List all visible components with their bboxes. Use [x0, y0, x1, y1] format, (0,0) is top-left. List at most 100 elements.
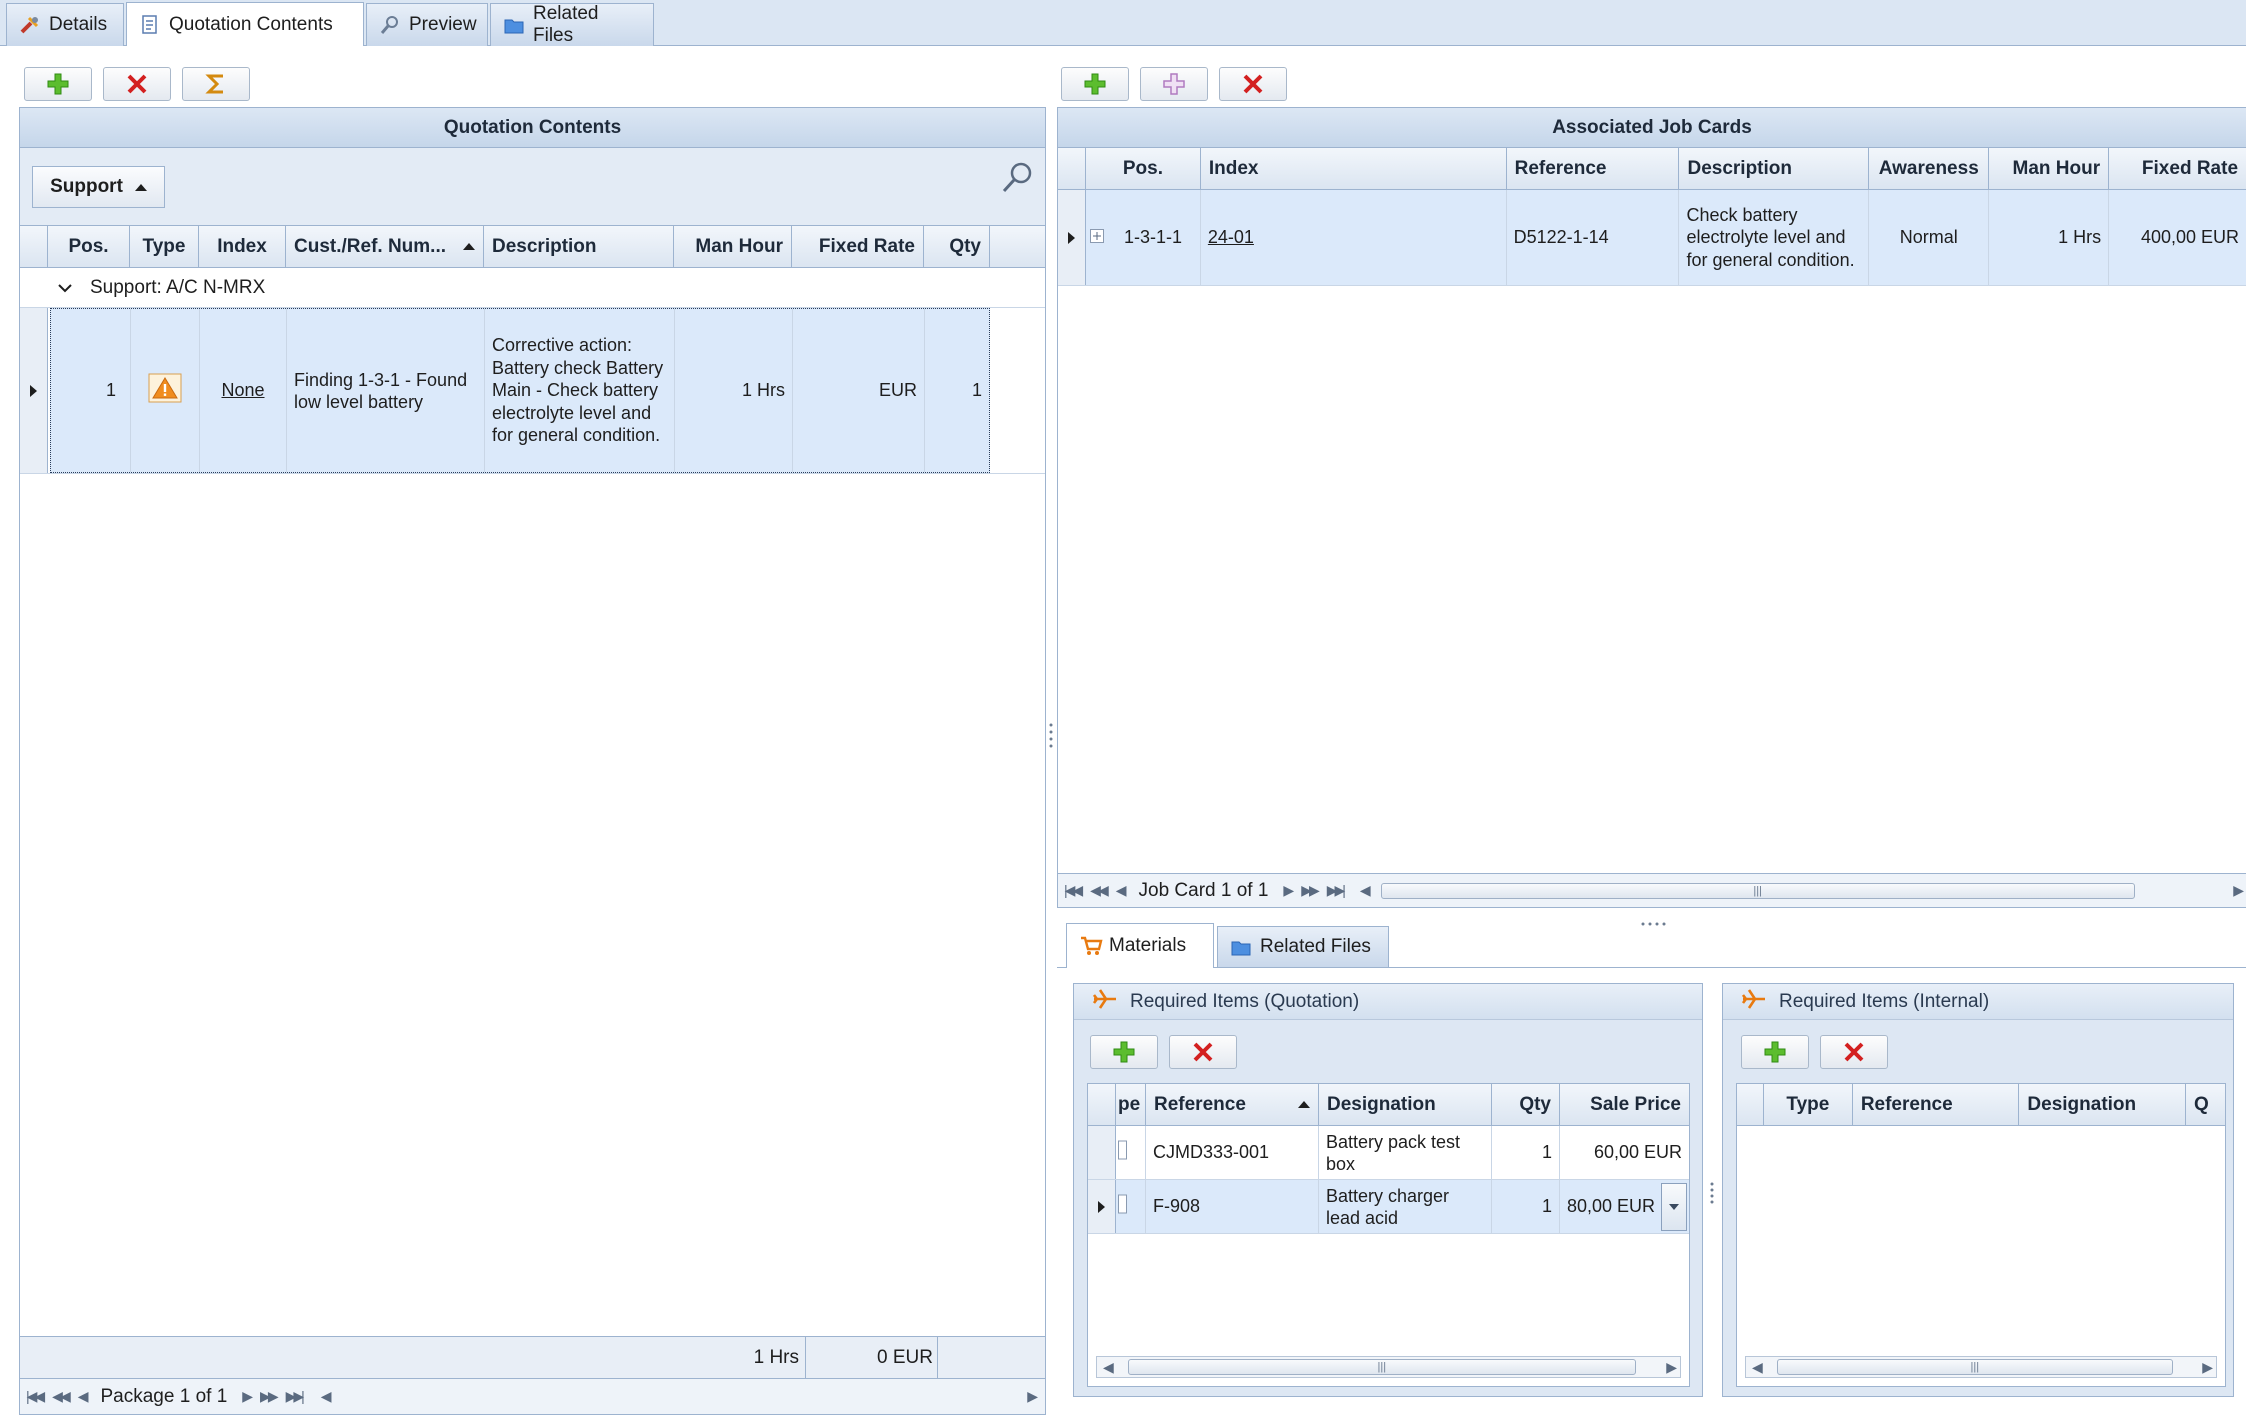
add-internal-item-button[interactable]	[1741, 1035, 1809, 1069]
col-man-hour[interactable]: Man Hour	[674, 226, 792, 267]
col-type[interactable]: Type	[130, 226, 199, 267]
search-icon[interactable]	[999, 160, 1035, 196]
scroll-left-icon[interactable]: ◀	[1103, 1359, 1114, 1376]
materials-splitter[interactable]	[1709, 1180, 1715, 1206]
cell-index[interactable]: 24-01	[1201, 190, 1507, 285]
scroll-right-icon[interactable]: ▶	[2233, 882, 2244, 899]
cell-awareness: Normal	[1869, 190, 1990, 285]
sub-tab-baseline	[1057, 967, 2246, 968]
col-cust-ref-label: Cust./Ref. Num...	[294, 235, 447, 257]
col-cust-ref[interactable]: Cust./Ref. Num...	[286, 226, 484, 267]
required-quotation-header: Required Items (Quotation)	[1074, 984, 1702, 1020]
expand-icon[interactable]	[1089, 227, 1104, 248]
tab-details[interactable]: Details	[6, 3, 124, 46]
job-card-row[interactable]: 1-3-1-1 24-01 D5122-1-14 Check battery e…	[1058, 190, 2246, 286]
tab-quotation-contents[interactable]: Quotation Contents	[126, 2, 364, 46]
scroll-left-icon[interactable]: ◀	[1752, 1359, 1763, 1376]
tab-preview[interactable]: Preview	[366, 3, 488, 46]
scroll-left-icon[interactable]: ◀	[321, 1388, 332, 1405]
scroll-right-icon[interactable]: ▶	[1666, 1359, 1677, 1376]
tab-materials[interactable]: Materials	[1066, 923, 1214, 968]
col-reference[interactable]: Reference	[1853, 1084, 2020, 1125]
next-page-icon[interactable]: ▶	[242, 1388, 253, 1405]
first-page-icon[interactable]: |◀◀	[1064, 882, 1083, 899]
quotation-contents-title: Quotation Contents	[20, 108, 1045, 148]
scrollbar-thumb[interactable]: |||	[1127, 1359, 1636, 1375]
col-designation[interactable]: Designation	[2019, 1084, 2186, 1125]
col-index[interactable]: Index	[1201, 148, 1507, 189]
col-description[interactable]: Description	[1679, 148, 1870, 189]
delete-required-item-button[interactable]	[1169, 1035, 1237, 1069]
prev-page-icon[interactable]: ◀	[1116, 882, 1127, 899]
col-designation[interactable]: Designation	[1319, 1084, 1492, 1125]
chevron-down-icon[interactable]	[58, 277, 72, 299]
col-qty[interactable]: Q	[2186, 1084, 2225, 1125]
cell-sale-price[interactable]: 80,00 EUR	[1560, 1180, 1689, 1233]
delete-icon	[1844, 1042, 1864, 1062]
table-row[interactable]: F-908 Battery charger lead acid 1 80,00 …	[1088, 1180, 1689, 1234]
add-button[interactable]	[24, 67, 92, 101]
add-linked-job-card-button[interactable]	[1140, 67, 1208, 101]
col-description[interactable]: Description	[484, 226, 674, 267]
prev-page-group-icon[interactable]: ◀◀	[52, 1388, 70, 1405]
plus-icon	[1113, 1041, 1135, 1063]
index-link[interactable]: None	[221, 380, 264, 401]
next-page-group-icon[interactable]: ▶▶	[260, 1388, 278, 1405]
col-reference[interactable]: Reference	[1507, 148, 1680, 189]
tab-related-files[interactable]: Related Files	[490, 3, 654, 46]
group-row[interactable]: Support: A/C N-MRX	[20, 268, 1045, 308]
scroll-left-icon[interactable]: ◀	[1360, 882, 1371, 899]
cell-man-hour: 1 Hrs	[675, 309, 793, 472]
col-fixed-rate[interactable]: Fixed Rate	[2109, 148, 2246, 189]
col-type[interactable]: Type	[1764, 1084, 1853, 1125]
table-row[interactable]: CJMD333-001 Battery pack test box 1 60,0…	[1088, 1126, 1689, 1180]
cell-index[interactable]: None	[200, 309, 287, 472]
delete-internal-item-button[interactable]	[1820, 1035, 1888, 1069]
add-job-card-button[interactable]	[1061, 67, 1129, 101]
col-index[interactable]: Index	[199, 226, 286, 267]
tab-related-files-sub[interactable]: Related Files	[1217, 926, 1389, 967]
delete-button[interactable]	[103, 67, 171, 101]
current-row-icon	[30, 384, 37, 397]
col-qty[interactable]: Qty	[924, 226, 990, 267]
col-awareness[interactable]: Awareness	[1869, 148, 1990, 189]
col-type[interactable]: pe	[1116, 1084, 1146, 1125]
prev-page-icon[interactable]: ◀	[78, 1388, 89, 1405]
group-panel: Support	[20, 148, 1045, 226]
last-page-icon[interactable]: ▶▶|	[286, 1388, 305, 1405]
job-index-link[interactable]: 24-01	[1208, 227, 1254, 248]
col-sale-price[interactable]: Sale Price	[1560, 1084, 1689, 1125]
dropdown-button[interactable]	[1661, 1182, 1687, 1231]
cell-designation: Battery pack test box	[1319, 1126, 1492, 1179]
first-page-icon[interactable]: |◀◀	[26, 1388, 45, 1405]
next-page-icon[interactable]: ▶	[1283, 882, 1294, 899]
prev-page-group-icon[interactable]: ◀◀	[1090, 882, 1108, 899]
col-reference[interactable]: Reference	[1146, 1084, 1319, 1125]
next-page-group-icon[interactable]: ▶▶	[1301, 882, 1319, 899]
vertical-splitter[interactable]	[1048, 720, 1054, 750]
horizontal-splitter[interactable]	[1640, 911, 1666, 926]
plus-outline-icon	[1163, 73, 1185, 95]
table-row[interactable]: 1 None Finding 1-3-1 - Found low level b…	[20, 308, 1045, 474]
sale-price-value: 80,00 EUR	[1567, 1196, 1656, 1216]
required-quotation-hscrollbar[interactable]: ◀ ||| ▶	[1096, 1356, 1681, 1378]
col-fixed-rate[interactable]: Fixed Rate	[792, 226, 924, 267]
last-page-icon[interactable]: ▶▶|	[1327, 882, 1346, 899]
col-pos[interactable]: Pos.	[1086, 148, 1201, 189]
horizontal-scrollbar-thumb[interactable]: |||	[1380, 882, 2135, 899]
delete-job-card-button[interactable]	[1219, 67, 1287, 101]
col-man-hour[interactable]: Man Hour	[1989, 148, 2110, 189]
add-required-item-button[interactable]	[1090, 1035, 1158, 1069]
required-internal-hscrollbar[interactable]: ◀ ||| ▶	[1745, 1356, 2217, 1378]
scroll-right-icon[interactable]: ▶	[1027, 1388, 1038, 1405]
col-qty[interactable]: Qty	[1492, 1084, 1560, 1125]
group-support-button[interactable]: Support	[32, 166, 165, 208]
cell-type	[1116, 1126, 1146, 1179]
row-header-col	[20, 226, 48, 267]
sum-button[interactable]	[182, 67, 250, 101]
item-type-icon	[1118, 1139, 1128, 1166]
scrollbar-thumb[interactable]: |||	[1776, 1359, 2173, 1375]
cell-type	[131, 309, 200, 472]
col-pos[interactable]: Pos.	[48, 226, 130, 267]
scroll-right-icon[interactable]: ▶	[2202, 1359, 2213, 1376]
